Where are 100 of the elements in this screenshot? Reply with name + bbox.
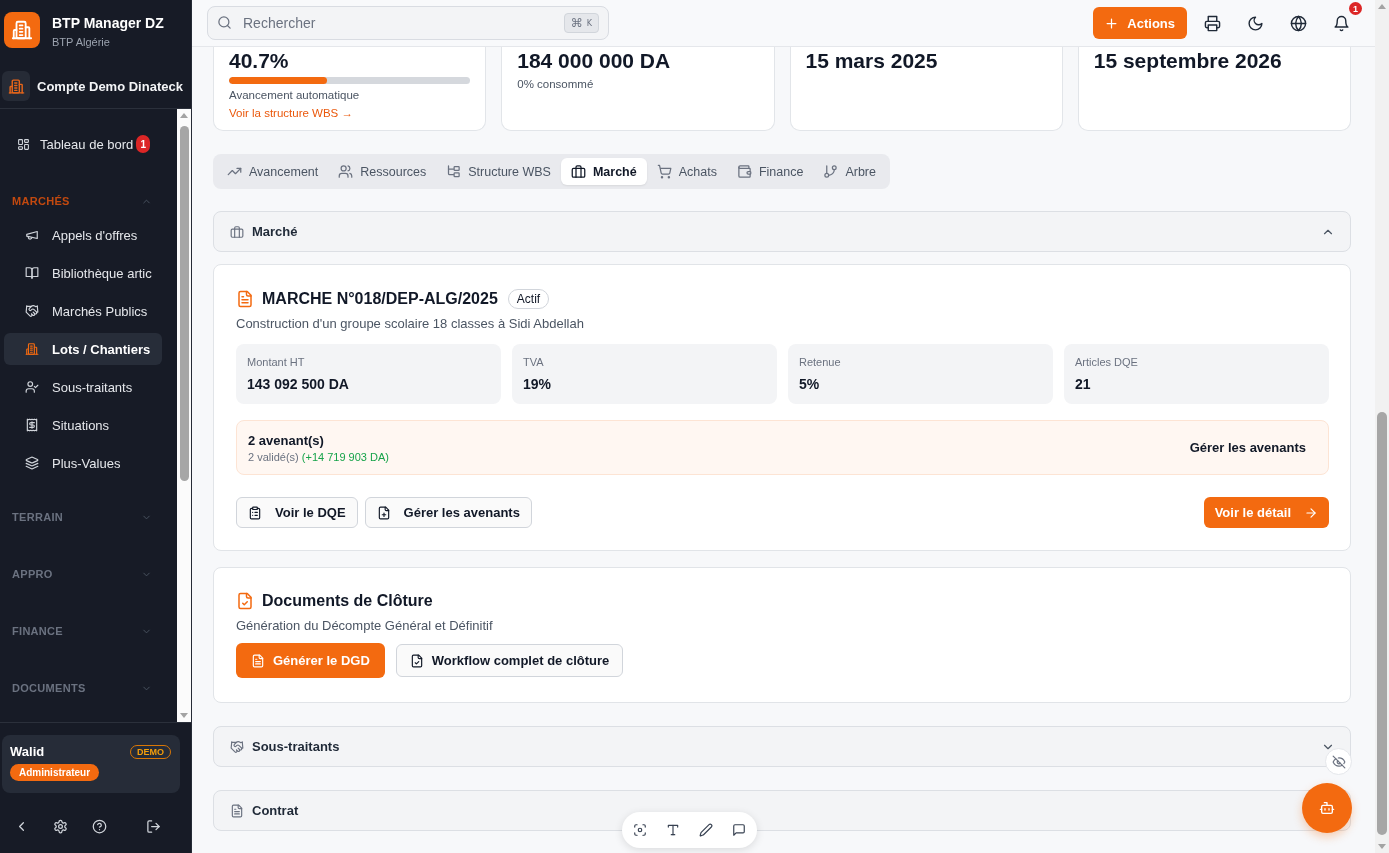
action-button[interactable]: Workflow complet de clôture (395, 644, 624, 677)
document-check-icon (409, 653, 424, 668)
amendments-summary: 2 validé(s) (+14 719 903 DA) (248, 450, 389, 463)
stat-caption: Avancement automatique (229, 88, 361, 102)
nav-item[interactable]: Situations (4, 409, 162, 441)
app-subtitle: BTP Algérie (52, 36, 111, 49)
nav-section-header[interactable]: FINANCE (0, 621, 177, 641)
shortcut-hint: ⌘ K (563, 13, 599, 33)
figure-value: 21 (1075, 376, 1092, 393)
hide-button[interactable] (1325, 748, 1352, 775)
figure-label: Montant HT (247, 355, 306, 369)
contract-description: Construction d'un groupe scolaire 18 classes à Sidi Abdellah (236, 316, 585, 331)
nav-item[interactable]: Lots / Chantiers (4, 333, 162, 365)
layers-icon (25, 456, 39, 470)
stat-value: 15 mars 2025 (805, 49, 939, 73)
pencil-icon[interactable] (699, 823, 713, 837)
nav-section-header[interactable]: TERRAIN (0, 507, 177, 527)
plus-icon (1104, 15, 1120, 31)
building-icon (25, 342, 39, 356)
nav-section-header[interactable]: APPRO (0, 564, 177, 584)
scan-icon[interactable] (633, 823, 647, 837)
globe-icon (1289, 14, 1307, 32)
nav-item[interactable]: Plus-Values (4, 447, 162, 479)
nav-item[interactable]: Appels d'offres (4, 219, 162, 251)
figure-label: Retenue (799, 355, 842, 369)
branch-icon (823, 164, 839, 179)
document-icon (236, 290, 254, 308)
stat-value: 15 septembre 2026 (1093, 49, 1283, 73)
tab[interactable]: Avancement (217, 158, 329, 185)
tab[interactable]: Ressources (328, 158, 437, 185)
help-icon[interactable] (92, 818, 107, 834)
comment-icon[interactable] (732, 823, 746, 837)
briefcase-icon (570, 164, 586, 179)
bell-icon (1332, 14, 1350, 32)
document-plus-icon (376, 505, 391, 520)
figure-value: 143 092 500 DA (247, 376, 350, 393)
manage-amendments-button[interactable]: Gérer les avenants (1189, 440, 1306, 455)
logout-icon[interactable] (146, 818, 161, 834)
action-button[interactable]: Gérer les avenants (364, 497, 532, 528)
briefcase-icon (230, 224, 244, 239)
user-name: Walid (10, 744, 45, 759)
scrollbar-track[interactable] (1375, 0, 1389, 853)
wbs-link[interactable]: Voir la structure WBS → (229, 106, 353, 120)
notification-badge: 1 (1349, 2, 1362, 15)
document-icon (230, 803, 244, 818)
robot-icon (1319, 800, 1335, 816)
closing-description: Génération du Décompte Général et Définitif (236, 618, 494, 633)
scrollbar-thumb[interactable] (1377, 412, 1387, 835)
document-check-icon (236, 592, 254, 610)
settings-icon[interactable] (53, 818, 68, 834)
receipt-icon (25, 418, 39, 432)
tab[interactable]: Arbre (813, 158, 886, 185)
figure-value: 19% (523, 376, 553, 393)
eye-off-icon (1331, 754, 1346, 769)
account-name[interactable]: Compte Demo Dinateck (37, 78, 183, 94)
users-icon (338, 164, 354, 179)
moon-icon (1246, 14, 1264, 32)
contract-title: MARCHE N°018/DEP-ALG/2025 (262, 290, 498, 308)
stat-value: 40.7% (229, 49, 290, 73)
action-button[interactable]: Voir le DQE (236, 497, 358, 528)
tab[interactable]: Structure WBS (436, 158, 561, 185)
grid-icon (17, 137, 30, 151)
tab[interactable]: Achats (646, 158, 727, 185)
assistant-button[interactable] (1302, 783, 1352, 833)
stat-value: 184 000 000 DA (517, 49, 672, 73)
handshake-icon (230, 739, 244, 754)
nav-section-header[interactable]: DOCUMENTS (0, 678, 177, 698)
nav-item[interactable]: Sous-traitants (4, 371, 162, 403)
clipboard-icon (248, 505, 262, 520)
tab[interactable]: Finance (726, 158, 814, 185)
megaphone-icon (25, 228, 39, 242)
scrollbar-track[interactable] (177, 109, 191, 722)
text-icon[interactable] (666, 823, 680, 837)
nav-item[interactable]: Bibliothèque artic (4, 257, 162, 289)
nav-item[interactable]: Tableau de bord 1 (0, 131, 177, 157)
nav-item[interactable]: Marchés Publics (4, 295, 162, 327)
hierarchy-icon (446, 164, 462, 179)
printer-icon (1203, 14, 1221, 32)
section-header[interactable]: Marché (213, 211, 1351, 252)
figure-label: TVA (523, 355, 545, 369)
search-icon (217, 15, 232, 30)
handshake-icon (25, 304, 39, 318)
section-header[interactable]: Sous-traitants (213, 726, 1351, 767)
wallet-icon (736, 164, 752, 179)
user-check-icon (25, 380, 39, 394)
scrollbar-thumb[interactable] (179, 126, 189, 481)
role-badge: Administrateur (10, 764, 100, 781)
app-name: BTP Manager DZ (52, 15, 164, 32)
figure-label: Articles DQE (1075, 355, 1139, 369)
figure-value: 5% (799, 376, 821, 393)
book-icon (25, 266, 39, 280)
stat-caption: 0% consommé (517, 77, 595, 91)
cart-icon (656, 164, 672, 179)
count-badge: 1 (136, 135, 151, 153)
amendments-count: 2 avenant(s) (248, 432, 325, 448)
logo-icon (4, 12, 40, 48)
document-icon (251, 653, 265, 668)
closing-title: Documents de Clôture (262, 592, 433, 610)
tab[interactable]: Marché (560, 158, 647, 185)
section-header[interactable]: Contrat (213, 790, 1351, 831)
